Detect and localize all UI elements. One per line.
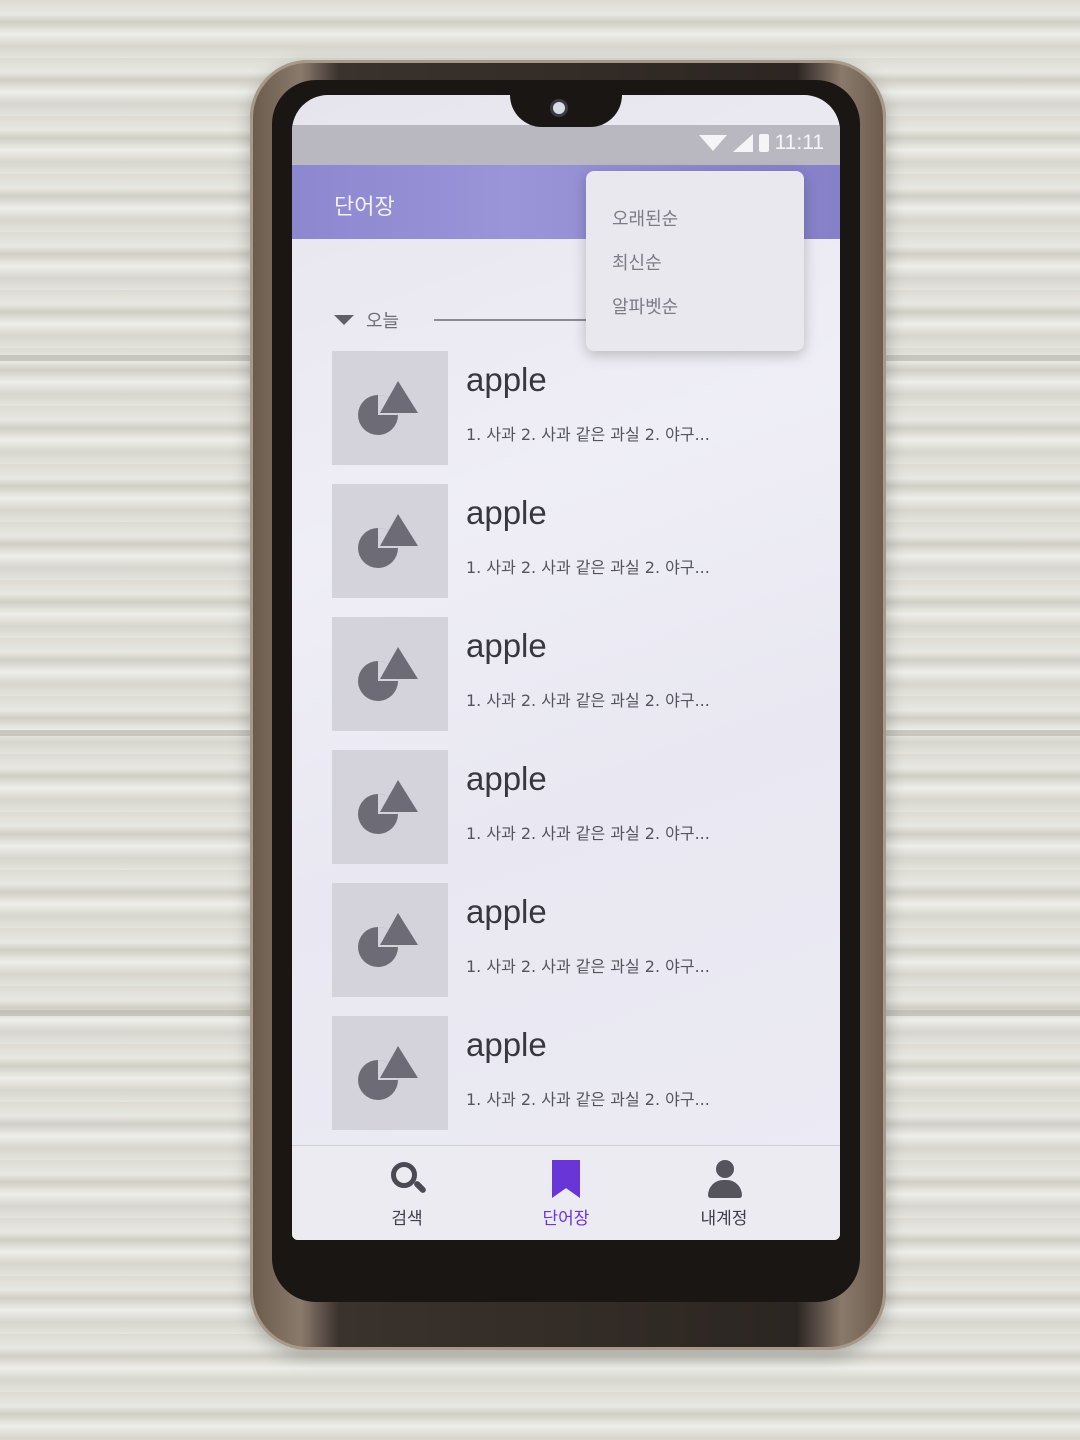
word-meaning: 1. 사과 2. 사과 같은 과실 2. 야구... — [466, 558, 710, 577]
page-title: 단어장 — [334, 195, 395, 220]
list-item[interactable]: apple 1. 사과 2. 사과 같은 과실 2. 야구... — [332, 347, 832, 480]
bookmark-icon[interactable] — [546, 1160, 586, 1200]
image-placeholder-icon — [358, 1046, 418, 1100]
word-title: apple — [466, 627, 547, 664]
list-item[interactable]: apple 1. 사과 2. 사과 같은 과실 2. 야구... — [332, 746, 832, 879]
section-label: 오늘 — [366, 311, 400, 332]
word-title: apple — [466, 494, 547, 531]
word-thumbnail — [332, 750, 448, 864]
word-title: apple — [466, 760, 547, 797]
word-meaning: 1. 사과 2. 사과 같은 과실 2. 야구... — [466, 1090, 710, 1109]
phone-chin — [292, 1240, 840, 1300]
list-item[interactable]: apple 1. 사과 2. 사과 같은 과실 2. 야구... — [332, 1012, 832, 1145]
word-thumbnail — [332, 484, 448, 598]
list-item[interactable]: apple 1. 사과 2. 사과 같은 과실 2. 야구... — [332, 879, 832, 1012]
front-camera — [550, 99, 568, 117]
word-list: apple 1. 사과 2. 사과 같은 과실 2. 야구... apple 1… — [332, 347, 832, 1145]
list-item[interactable]: apple 1. 사과 2. 사과 같은 과실 2. 야구... — [332, 613, 832, 746]
word-title: apple — [466, 1026, 547, 1063]
word-meaning: 1. 사과 2. 사과 같은 과실 2. 야구... — [466, 691, 710, 710]
word-meaning: 1. 사과 2. 사과 같은 과실 2. 야구... — [466, 957, 710, 976]
nav-label: 내계정 — [700, 1209, 748, 1229]
image-placeholder-icon — [358, 514, 418, 568]
image-placeholder-icon — [358, 913, 418, 967]
sort-dropdown-menu: 오래된순 최신순 알파벳순 — [586, 171, 804, 351]
nav-label: 단어장 — [542, 1209, 590, 1229]
status-time: 11:11 — [774, 131, 824, 154]
word-meaning: 1. 사과 2. 사과 같은 과실 2. 야구... — [466, 425, 710, 444]
menu-item-newest[interactable]: 최신순 — [612, 249, 662, 275]
image-placeholder-icon — [358, 647, 418, 701]
signal-icon — [732, 134, 753, 152]
wifi-icon — [698, 135, 727, 151]
menu-item-oldest[interactable]: 오래된순 — [612, 205, 678, 231]
nav-item-search[interactable]: 검색 — [352, 1160, 462, 1229]
word-title: apple — [466, 361, 547, 398]
image-placeholder-icon — [358, 381, 418, 435]
status-bar: 11:11 — [292, 125, 840, 165]
word-thumbnail — [332, 351, 448, 465]
list-item[interactable]: apple 1. 사과 2. 사과 같은 과실 2. 야구... — [332, 480, 832, 613]
caret-down-icon[interactable] — [334, 315, 354, 325]
nav-label: 검색 — [391, 1209, 423, 1229]
person-icon[interactable] — [704, 1160, 744, 1200]
phone-screen: 11:11 단어장 오늘 apple 1. 사과 2. 사과 같은 과실 2. … — [292, 95, 840, 1240]
search-icon[interactable] — [387, 1160, 428, 1200]
battery-icon — [758, 134, 769, 152]
menu-item-alphabetical[interactable]: 알파벳순 — [612, 293, 678, 319]
nav-item-wordbook[interactable]: 단어장 — [511, 1160, 621, 1229]
nav-item-account[interactable]: 내계정 — [669, 1160, 779, 1229]
image-placeholder-icon — [358, 780, 418, 834]
word-thumbnail — [332, 883, 448, 997]
word-title: apple — [466, 893, 547, 930]
bottom-navigation: 검색 단어장 내계정 — [292, 1145, 840, 1240]
word-thumbnail — [332, 617, 448, 731]
word-thumbnail — [332, 1016, 448, 1130]
word-meaning: 1. 사과 2. 사과 같은 과실 2. 야구... — [466, 824, 710, 843]
